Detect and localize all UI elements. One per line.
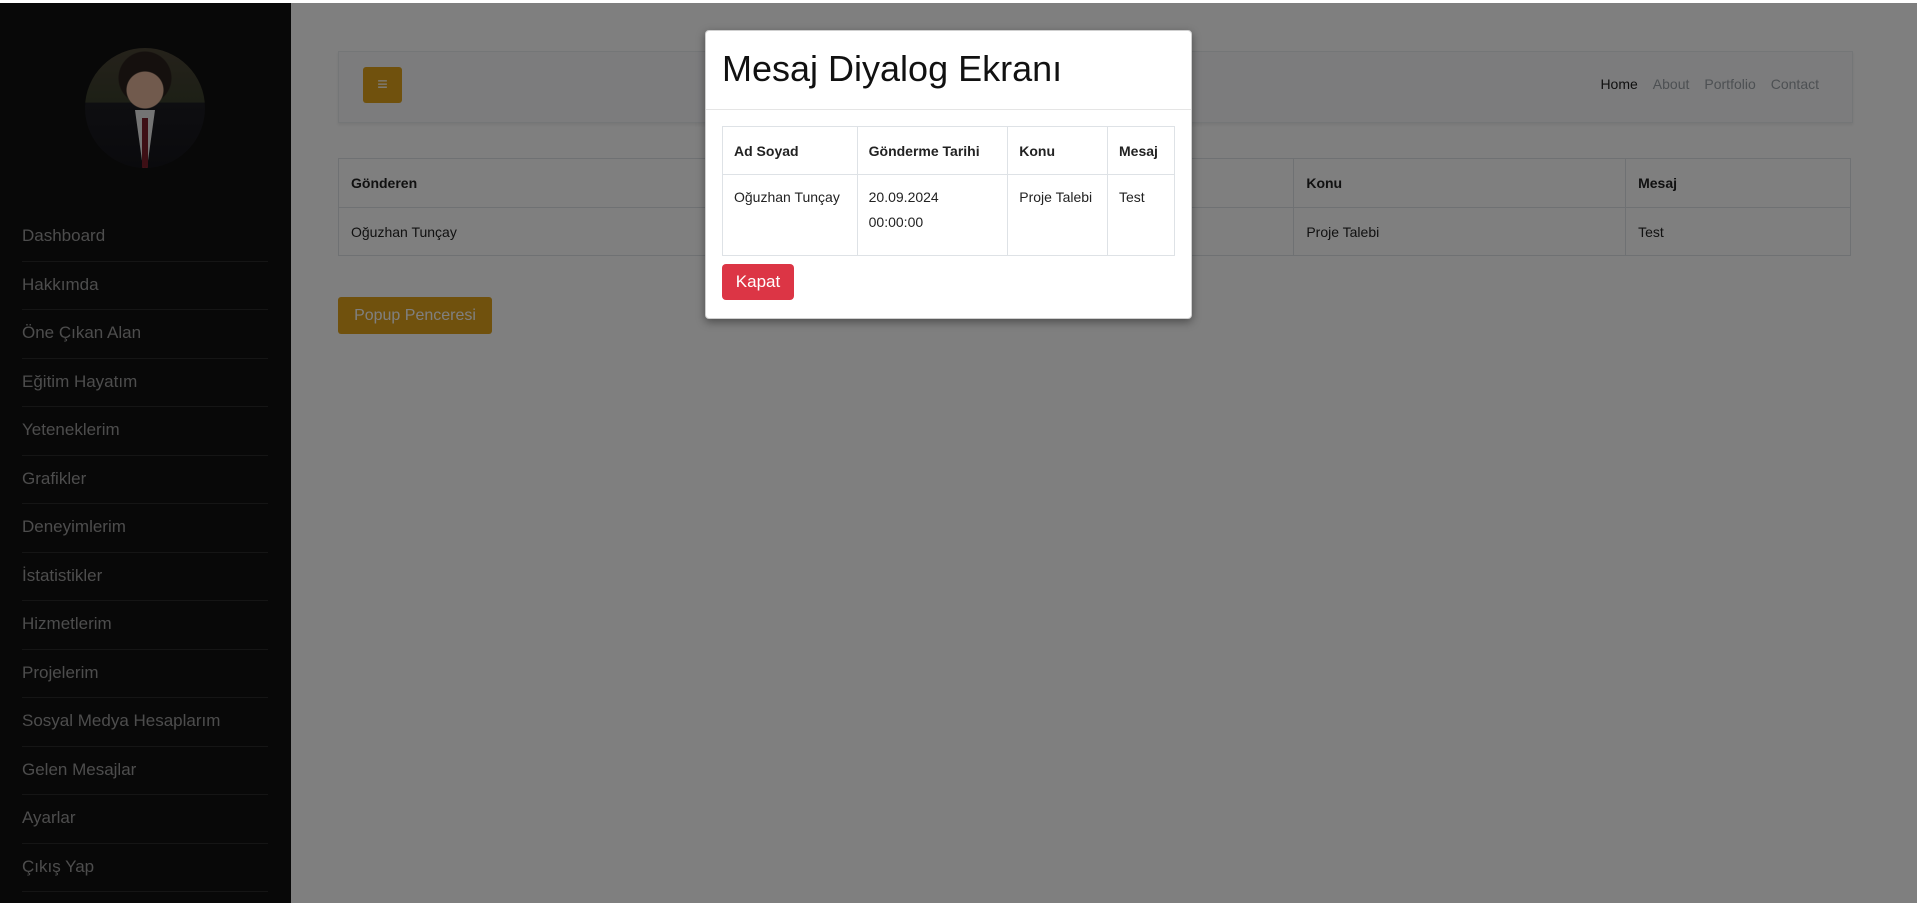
modal-cell-date: 20.09.2024 00:00:00 bbox=[856, 174, 1009, 256]
modal-message-table: Ad Soyad Gönderme Tarihi Konu Mesaj Oğuz… bbox=[722, 126, 1175, 256]
modal-header-date: Gönderme Tarihi bbox=[856, 126, 1009, 175]
modal-table-header-row: Ad Soyad Gönderme Tarihi Konu Mesaj bbox=[722, 126, 1175, 175]
message-dialog: Mesaj Diyalog Ekranı Ad Soyad Gönderme T… bbox=[705, 30, 1192, 319]
modal-header-message: Mesaj bbox=[1107, 126, 1175, 175]
modal-cell-message: Test bbox=[1107, 174, 1175, 256]
modal-header: Mesaj Diyalog Ekranı bbox=[706, 31, 1191, 110]
modal-header-subject: Konu bbox=[1007, 126, 1108, 175]
modal-cell-subject: Proje Talebi bbox=[1007, 174, 1108, 256]
close-button[interactable]: Kapat bbox=[722, 264, 794, 300]
modal-header-name: Ad Soyad bbox=[722, 126, 858, 175]
modal-cell-name: Oğuzhan Tunçay bbox=[722, 174, 858, 256]
modal-title: Mesaj Diyalog Ekranı bbox=[722, 48, 1063, 89]
modal-table-row: Oğuzhan Tunçay 20.09.2024 00:00:00 Proje… bbox=[722, 174, 1175, 256]
